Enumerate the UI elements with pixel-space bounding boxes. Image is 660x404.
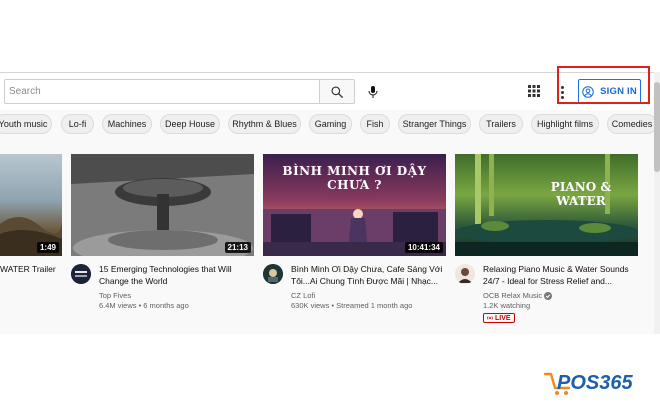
thumbnail-text: PIANO & WATER xyxy=(550,180,612,208)
chip-rhythm-blues[interactable]: Rhythm & Blues xyxy=(228,114,301,134)
channel-name[interactable]: OCB Relax Music xyxy=(483,291,553,301)
top-fives-logo-icon xyxy=(71,264,91,284)
search-button[interactable] xyxy=(319,79,355,104)
channel-avatar[interactable] xyxy=(263,264,283,284)
search-box xyxy=(4,79,320,104)
video-title[interactable]: Bình Minh Ơi Dậy Chưa, Cafe Sáng Với xyxy=(291,263,451,275)
pos365-logo-mark: POS365 xyxy=(543,372,633,395)
ocb-relax-avatar-icon xyxy=(455,264,475,284)
channel-name[interactable]: Top Fives xyxy=(99,291,131,301)
video-title-line2[interactable]: Tôi...Ai Chung Tình Được Mãi | Nhạc... xyxy=(291,275,451,287)
chip-youth-music[interactable]: Youth music xyxy=(0,114,52,134)
thumbnail-art xyxy=(71,154,254,256)
video-title-line2[interactable]: 24/7 - Ideal for Stress Relief and... xyxy=(483,275,643,287)
verified-check-icon xyxy=(544,292,553,300)
video-meta: 6.4M views • 6 months ago xyxy=(99,301,189,310)
chip-lo-fi[interactable]: Lo-fi xyxy=(61,114,94,134)
page: SIGN IN Youth music Lo-fi Machines Deep … xyxy=(0,0,660,404)
video-title[interactable]: 15 Emerging Technologies that Will xyxy=(99,263,254,275)
thumbnail-art xyxy=(0,216,62,256)
video-meta: 1.2K watching xyxy=(483,301,531,310)
video-title[interactable]: WATER Trailer xyxy=(0,263,62,275)
search-input[interactable] xyxy=(5,80,320,103)
channel-name[interactable]: CZ Lofi xyxy=(291,291,315,301)
video-meta: 630K views • Streamed 1 month ago xyxy=(291,301,413,310)
chip-stranger-things[interactable]: Stranger Things xyxy=(398,114,471,134)
video-duration: 1:49 xyxy=(36,242,59,253)
channel-name-text: OCB Relax Music xyxy=(483,291,543,300)
cz-lofi-avatar-icon xyxy=(263,264,283,284)
search-icon xyxy=(331,85,343,98)
thumbnail-subtext: OCB RELAX xyxy=(567,196,595,201)
annotation-highlight-box xyxy=(557,66,650,104)
pos365-logo: POS365 xyxy=(543,368,655,398)
channel-avatar[interactable] xyxy=(71,264,91,284)
apps-button[interactable] xyxy=(524,81,544,101)
chip-machines[interactable]: Machines xyxy=(102,114,152,134)
chip-trailers[interactable]: Trailers xyxy=(479,114,523,134)
video-duration: 10:41:34 xyxy=(404,242,443,253)
scrollbar[interactable] xyxy=(654,72,660,334)
chip-highlight-films[interactable]: Highlight films xyxy=(531,114,599,134)
chip-comedies[interactable]: Comedies xyxy=(607,114,657,134)
thumbnail-text: BÌNH MINH ƠI DẬY CHƯA ? xyxy=(282,164,427,192)
chip-gaming[interactable]: Gaming xyxy=(309,114,352,134)
microphone-icon xyxy=(368,85,377,98)
video-thumbnail[interactable]: BÌNH MINH ƠI DẬY CHƯA ? 10:41:34 xyxy=(263,154,446,256)
video-thumbnail[interactable]: PIANO & WATER OCB RELAX xyxy=(455,154,638,256)
video-title-line2[interactable]: Change the World xyxy=(99,275,254,287)
scrollbar-thumb[interactable] xyxy=(654,82,660,172)
voice-search-button[interactable] xyxy=(360,79,385,104)
video-title[interactable]: Relaxing Piano Music & Water Sounds xyxy=(483,263,643,275)
youtube-window: SIGN IN Youth music Lo-fi Machines Deep … xyxy=(0,66,658,334)
live-label: LIVE xyxy=(495,314,511,322)
header-bar: SIGN IN xyxy=(0,66,658,110)
chip-deep-house[interactable]: Deep House xyxy=(160,114,220,134)
live-badge: LIVE xyxy=(483,313,515,323)
video-thumbnail[interactable]: 21:13 xyxy=(71,154,254,256)
channel-avatar[interactable] xyxy=(455,264,475,284)
live-broadcast-icon xyxy=(487,316,493,320)
video-thumbnail[interactable]: 1:49 xyxy=(0,154,62,256)
apps-grid-icon xyxy=(528,85,540,97)
video-duration: 21:13 xyxy=(224,242,251,253)
chip-bar: Youth music Lo-fi Machines Deep House Rh… xyxy=(0,114,658,136)
svg-text:POS365: POS365 xyxy=(557,372,633,394)
chip-fish[interactable]: Fish xyxy=(360,114,390,134)
